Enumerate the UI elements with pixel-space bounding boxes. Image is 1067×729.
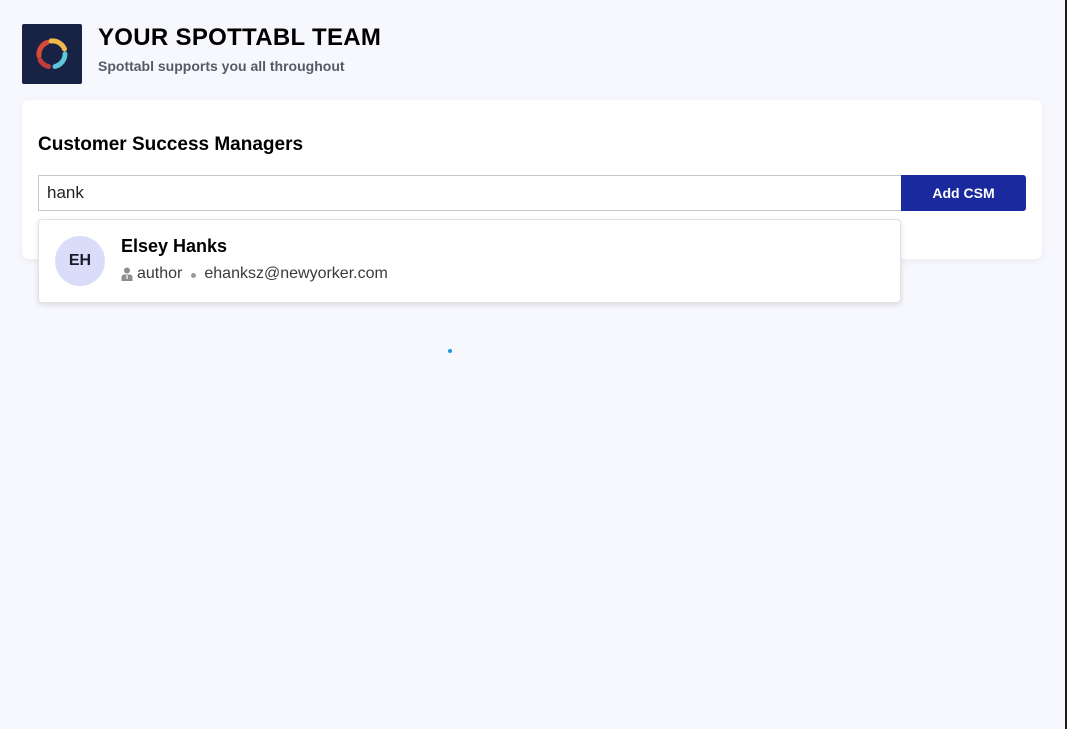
search-results-dropdown: EH Elsey Hanks author ehanksz@newyorker.… <box>38 219 901 303</box>
page-title: YOUR SPOTTABL TEAM <box>98 24 382 51</box>
result-role: author <box>137 265 183 282</box>
result-email: ehanksz@newyorker.com <box>204 265 388 282</box>
header: YOUR SPOTTABL TEAM Spottabl supports you… <box>22 24 381 84</box>
separator-dot-icon <box>191 272 197 278</box>
search-result-item[interactable]: EH Elsey Hanks author ehanksz@newyorker.… <box>39 220 900 302</box>
result-meta: author ehanksz@newyorker.com <box>121 265 388 283</box>
page-subtitle: Spottabl supports you all throughout <box>98 58 345 74</box>
loading-indicator-icon <box>448 349 452 353</box>
person-icon <box>121 267 133 281</box>
result-name: Elsey Hanks <box>121 236 228 256</box>
section-title: Customer Success Managers <box>38 134 304 155</box>
csm-search-input[interactable] <box>38 175 901 211</box>
spottabl-logo-icon <box>22 24 82 84</box>
page: YOUR SPOTTABL TEAM Spottabl supports you… <box>0 0 1067 729</box>
avatar: EH <box>55 236 105 286</box>
add-csm-button[interactable]: Add CSM <box>901 175 1026 211</box>
